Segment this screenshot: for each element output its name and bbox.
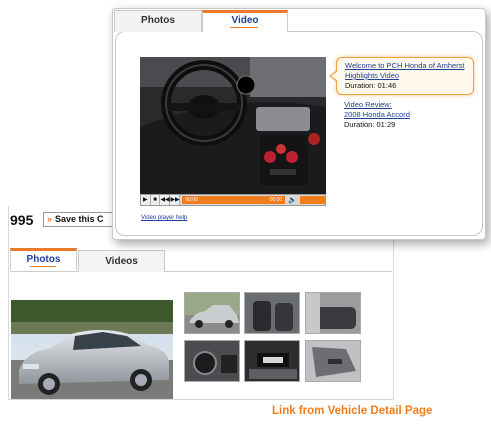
save-button-label: Save this C: [55, 214, 104, 224]
video-progress-bar[interactable]: 00:00 00:00: [182, 196, 286, 204]
thumbnail-door-panel[interactable]: [305, 340, 361, 382]
video-title-line1[interactable]: Welcome to PCH Honda of Amherst: [345, 61, 473, 71]
playlist-item[interactable]: Video Review: 2008 Honda Accord Duration…: [344, 100, 474, 130]
video-title-line1[interactable]: Video Review:: [344, 100, 474, 110]
rear-seats-icon: [306, 293, 360, 333]
video-player-help-link[interactable]: Video player help: [141, 215, 187, 221]
tab-videos[interactable]: Videos: [78, 250, 165, 272]
double-arrow-icon: »: [47, 214, 53, 224]
rewind-icon[interactable]: ◀◀: [160, 195, 171, 205]
video-duration: Duration: 01:29: [344, 120, 396, 129]
thumbnail-interior-front[interactable]: [244, 292, 300, 334]
play-icon[interactable]: ▶: [141, 195, 151, 205]
car-interior-video-frame: [140, 57, 326, 194]
thumbnail-interior-rear[interactable]: [305, 292, 361, 334]
tab-photos-popup[interactable]: Photos: [114, 10, 202, 32]
end-time: 00:00: [269, 197, 283, 203]
price-label: 995: [10, 212, 34, 228]
video-title-line2[interactable]: Highlights Video: [345, 71, 473, 81]
selection-pointer-inner: [331, 71, 338, 81]
fast-forward-icon[interactable]: ▶▶: [170, 195, 181, 205]
playlist-item-active[interactable]: Welcome to PCH Honda of Amherst Highligh…: [336, 57, 474, 95]
main-vehicle-photo[interactable]: [11, 300, 173, 399]
dashboard-icon: [185, 341, 239, 381]
active-tab-indicator: [30, 266, 56, 267]
volume-slider[interactable]: [299, 196, 326, 204]
active-tab-indicator-popup: [230, 27, 258, 28]
thumbnail-exterior[interactable]: [184, 292, 240, 334]
tab-video-popup[interactable]: Video: [202, 10, 288, 32]
volume-icon[interactable]: 🔈: [288, 196, 297, 204]
door-panel-icon: [306, 341, 360, 381]
thumbnail-engine[interactable]: [244, 340, 300, 382]
video-player-screen[interactable]: [140, 57, 326, 194]
silver-sedan-icon: [11, 300, 173, 399]
stop-icon[interactable]: ■: [150, 195, 161, 205]
video-controls-bar: ▶ ■ ◀◀ ▶▶ 00:00 00:00 🔈: [140, 194, 326, 206]
current-time: 00:00: [185, 197, 198, 203]
sedan-thumb-icon: [185, 293, 239, 333]
video-title-line2[interactable]: 2008 Honda Accord: [344, 110, 474, 120]
interior-seats-icon: [245, 293, 299, 333]
engine-bay-icon: [245, 341, 299, 381]
figure-caption: Link from Vehicle Detail Page: [272, 405, 433, 417]
thumbnail-dashboard[interactable]: [184, 340, 240, 382]
video-duration: Duration: 01:46: [345, 81, 397, 90]
